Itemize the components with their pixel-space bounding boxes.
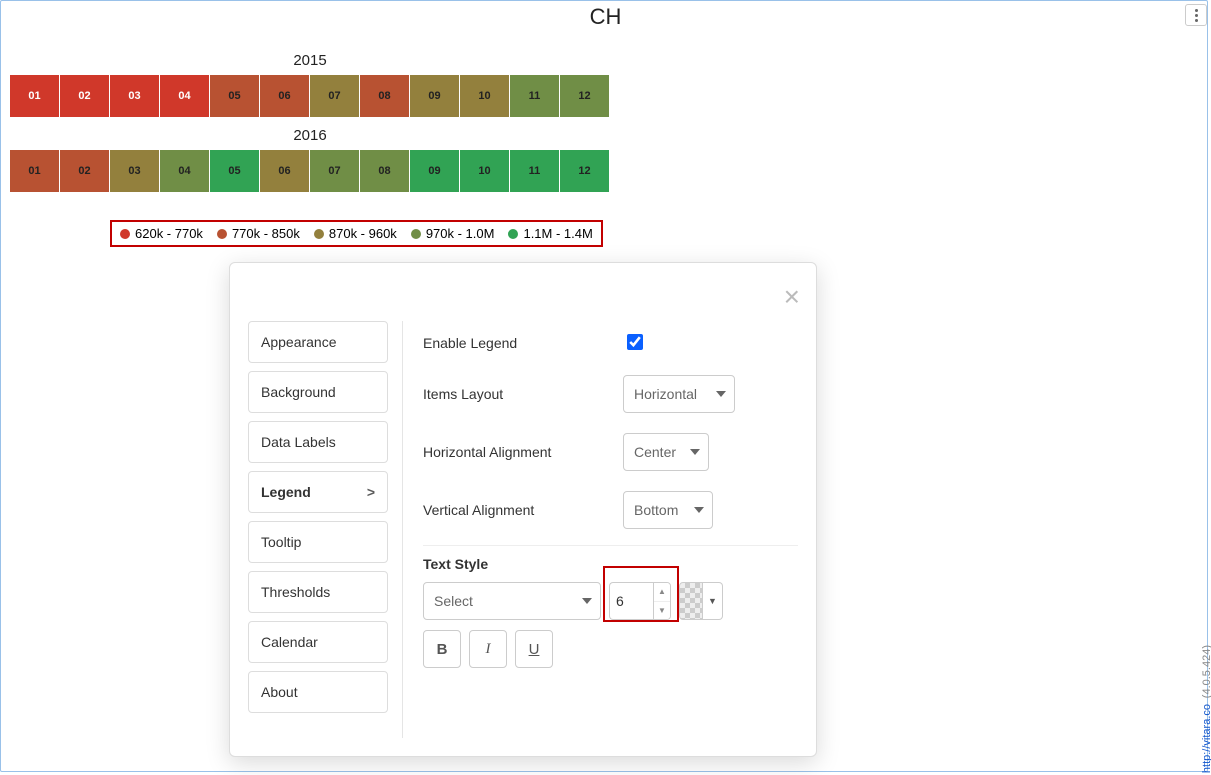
month-cell[interactable]: 01 <box>10 75 59 117</box>
legend-text: 770k - 850k <box>232 226 300 241</box>
month-cell[interactable]: 12 <box>560 75 609 117</box>
legend-dot-icon <box>314 229 324 239</box>
text-style-heading: Text Style <box>423 556 798 572</box>
vendor-link[interactable]: http://vitara.co <box>1201 704 1211 773</box>
color-swatch-icon <box>679 582 703 620</box>
tab-label: Tooltip <box>261 534 301 550</box>
month-cell[interactable]: 09 <box>410 75 459 117</box>
tab-appearance[interactable]: Appearance <box>248 321 388 363</box>
font-size-down[interactable]: ▼ <box>654 602 670 620</box>
month-cell[interactable]: 12 <box>560 150 609 192</box>
legend-item[interactable]: 870k - 960k <box>314 226 397 241</box>
month-cell[interactable]: 04 <box>160 150 209 192</box>
legend-dot-icon <box>120 229 130 239</box>
font-size-control: ▲ ▼ <box>609 582 671 620</box>
month-cell[interactable]: 02 <box>60 150 109 192</box>
legend-text: 1.1M - 1.4M <box>523 226 592 241</box>
month-cell[interactable]: 11 <box>510 75 559 117</box>
tab-datalabels[interactable]: Data Labels <box>248 421 388 463</box>
year-label: 2015 <box>10 52 610 69</box>
legend-text: 620k - 770k <box>135 226 203 241</box>
tab-thresholds[interactable]: Thresholds <box>248 571 388 613</box>
v-align-label: Vertical Alignment <box>423 502 623 518</box>
font-family-select[interactable]: Select <box>423 582 601 620</box>
chevron-right-icon: > <box>367 484 375 500</box>
font-size-input[interactable] <box>609 582 653 620</box>
month-cell[interactable]: 06 <box>260 75 309 117</box>
legend-item[interactable]: 620k - 770k <box>120 226 203 241</box>
tab-label: Data Labels <box>261 434 336 450</box>
chevron-down-icon: ▼ <box>703 582 723 620</box>
month-cell[interactable]: 11 <box>510 150 559 192</box>
underline-button[interactable]: U <box>515 630 553 668</box>
month-cell[interactable]: 04 <box>160 75 209 117</box>
tab-tooltip[interactable]: Tooltip <box>248 521 388 563</box>
italic-button[interactable]: I <box>469 630 507 668</box>
month-cell[interactable]: 10 <box>460 150 509 192</box>
tab-label: Appearance <box>261 334 337 350</box>
bold-button[interactable]: B <box>423 630 461 668</box>
legend-dot-icon <box>411 229 421 239</box>
year-label: 2016 <box>10 127 610 144</box>
h-align-label: Horizontal Alignment <box>423 444 623 460</box>
enable-legend-checkbox[interactable] <box>627 334 643 350</box>
legend-item[interactable]: 970k - 1.0M <box>411 226 495 241</box>
font-size-up[interactable]: ▲ <box>654 583 670 602</box>
enable-legend-label: Enable Legend <box>423 335 623 351</box>
legend-box: 620k - 770k 770k - 850k 870k - 960k 970k - … <box>110 220 603 247</box>
v-align-select[interactable]: Bottom <box>623 491 713 529</box>
version-label: (4.0.5.424) <box>1201 645 1211 698</box>
month-cell[interactable]: 08 <box>360 75 409 117</box>
legend-item[interactable]: 770k - 850k <box>217 226 300 241</box>
tab-about[interactable]: About <box>248 671 388 713</box>
tab-background[interactable]: Background <box>248 371 388 413</box>
page-title: CH <box>0 4 1211 30</box>
month-cell[interactable]: 06 <box>260 150 309 192</box>
month-cell[interactable]: 01 <box>10 150 59 192</box>
font-color-picker[interactable]: ▼ <box>679 582 723 620</box>
tab-label: Legend <box>261 484 311 500</box>
tab-label: Thresholds <box>261 584 330 600</box>
settings-modal: × Appearance Background Data Labels Legend >… <box>229 262 817 757</box>
h-align-select[interactable]: Center <box>623 433 709 471</box>
calendar-heatmap: 2015 010203040506070809101112 2016 01020304… <box>10 52 610 192</box>
legend-text: 970k - 1.0M <box>426 226 495 241</box>
items-layout-select[interactable]: Horizontal <box>623 375 735 413</box>
month-cell[interactable]: 09 <box>410 150 459 192</box>
legend-item[interactable]: 1.1M - 1.4M <box>508 226 592 241</box>
month-cell[interactable]: 08 <box>360 150 409 192</box>
tab-label: Background <box>261 384 336 400</box>
tab-legend[interactable]: Legend > <box>248 471 388 513</box>
tab-calendar[interactable]: Calendar <box>248 621 388 663</box>
month-cell[interactable]: 10 <box>460 75 509 117</box>
settings-tabs: Appearance Background Data Labels Legend > To… <box>248 321 403 738</box>
settings-form: Enable Legend Items Layout Horizontal Ho… <box>403 321 798 738</box>
month-cell[interactable]: 05 <box>210 75 259 117</box>
month-cell[interactable]: 03 <box>110 150 159 192</box>
month-cell[interactable]: 05 <box>210 150 259 192</box>
legend-dot-icon <box>217 229 227 239</box>
items-layout-label: Items Layout <box>423 386 623 402</box>
legend-dot-icon <box>508 229 518 239</box>
tab-label: About <box>261 684 298 700</box>
watermark: (4.0.5.424) http://vitara.co <box>1201 645 1211 773</box>
month-cell[interactable]: 07 <box>310 150 359 192</box>
month-cell[interactable]: 07 <box>310 75 359 117</box>
month-cell[interactable]: 02 <box>60 75 109 117</box>
legend-text: 870k - 960k <box>329 226 397 241</box>
month-cell[interactable]: 03 <box>110 75 159 117</box>
close-icon[interactable]: × <box>784 283 800 311</box>
tab-label: Calendar <box>261 634 318 650</box>
